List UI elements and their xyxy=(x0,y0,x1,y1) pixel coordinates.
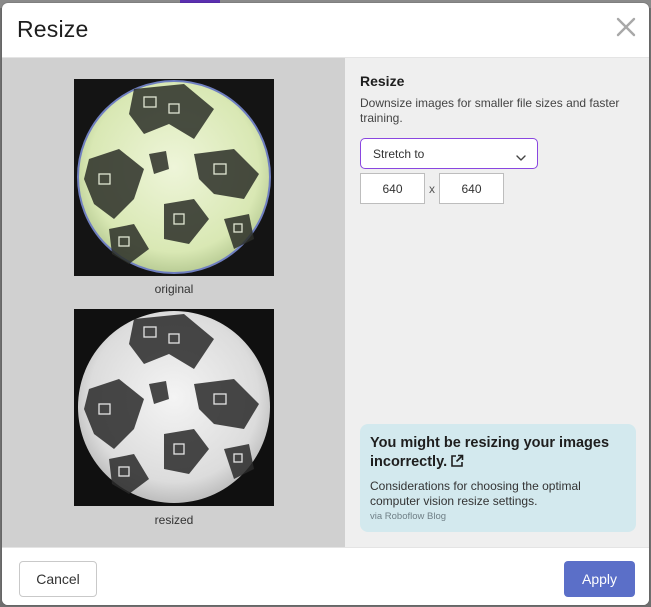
resize-tip-card[interactable]: You might be resizing your images incorr… xyxy=(360,424,636,532)
original-caption: original xyxy=(154,282,194,296)
resize-description: Downsize images for smaller file sizes a… xyxy=(360,96,620,125)
resize-mode-value: Stretch to xyxy=(373,147,425,161)
external-link-icon xyxy=(450,454,464,474)
width-input[interactable] xyxy=(360,173,425,204)
tip-source: via Roboflow Blog xyxy=(370,511,447,522)
chevron-down-icon xyxy=(516,149,526,167)
resized-preview-image xyxy=(74,309,274,506)
dimension-separator: x xyxy=(429,182,435,196)
resize-dialog: Resize original resized Resize Downsize … xyxy=(2,3,649,605)
height-input[interactable] xyxy=(439,173,504,204)
original-preview-image xyxy=(74,79,274,276)
apply-button[interactable]: Apply xyxy=(564,561,635,597)
close-icon[interactable] xyxy=(613,14,639,40)
dialog-footer: Cancel Apply xyxy=(2,547,649,605)
resize-mode-select[interactable]: Stretch to xyxy=(360,138,538,169)
tip-heading-text: You might be resizing your images incorr… xyxy=(370,435,610,470)
tip-heading[interactable]: You might be resizing your images incorr… xyxy=(370,434,626,474)
cancel-button[interactable]: Cancel xyxy=(19,561,97,597)
preview-pane: original resized xyxy=(2,58,345,547)
dialog-title: Resize xyxy=(17,16,89,42)
resize-heading: Resize xyxy=(360,73,405,89)
dialog-header: Resize xyxy=(2,3,649,58)
settings-pane: Resize Downsize images for smaller file … xyxy=(345,58,649,547)
tip-body: Considerations for choosing the optimal … xyxy=(370,479,581,508)
resized-caption: resized xyxy=(154,513,194,527)
